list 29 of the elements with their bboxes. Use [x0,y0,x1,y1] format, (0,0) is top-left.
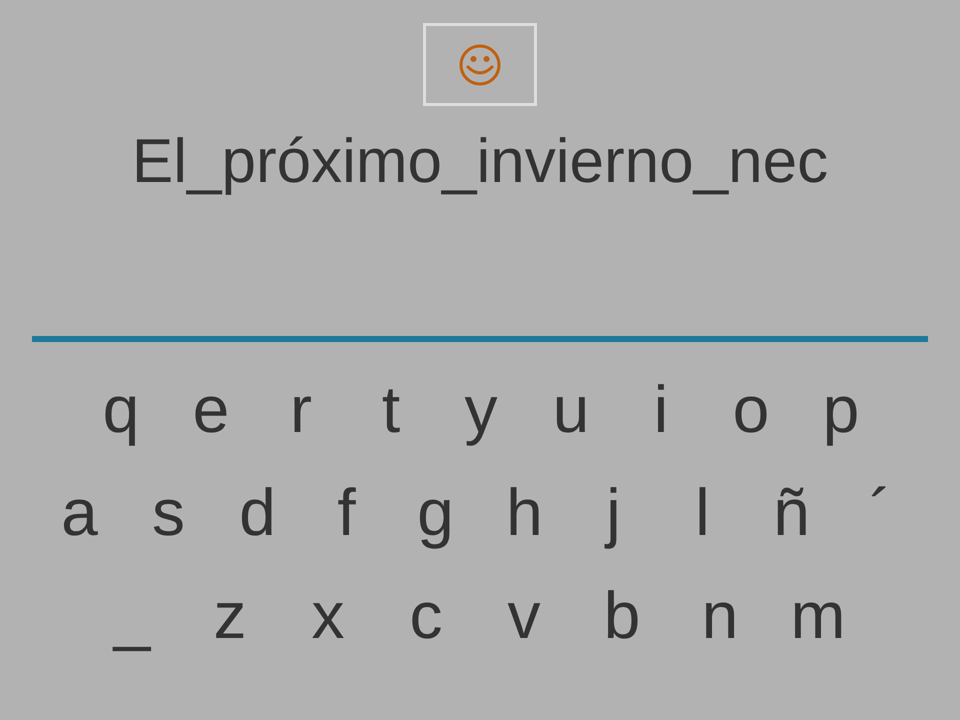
letter-key[interactable]: m [769,570,867,660]
letter-key[interactable]: s [124,466,213,556]
letter-key[interactable]: z [181,570,279,660]
letter-key[interactable]: j [569,466,658,556]
letter-key[interactable]: u [526,364,616,454]
smiley-icon [458,42,502,86]
letter-key[interactable]: b [573,570,671,660]
letter-key[interactable]: i [616,364,706,454]
letter-key[interactable]: h [480,466,569,556]
letter-key[interactable]: l [658,466,747,556]
letter-key[interactable]: t [346,364,436,454]
letter-key[interactable]: v [475,570,573,660]
letter-key[interactable]: f [302,466,391,556]
letter-key[interactable]: g [391,466,480,556]
letter-key[interactable]: c [377,570,475,660]
letter-key[interactable]: r [256,364,346,454]
letter-key[interactable]: o [706,364,796,454]
letter-key[interactable]: a [35,466,124,556]
letter-key[interactable]: n [671,570,769,660]
letter-key[interactable]: q [76,364,166,454]
letter-key[interactable]: y [436,364,526,454]
letter-key[interactable]: ´ [836,466,925,556]
letter-key[interactable]: e [166,364,256,454]
letter-key[interactable]: ñ [747,466,836,556]
phrase-text: El_próximo_invierno_nec [132,126,828,198]
letter-key[interactable]: p [796,364,886,454]
letter-key[interactable]: _ [83,570,181,660]
letter-key[interactable]: x [279,570,377,660]
letter-key[interactable]: d [213,466,302,556]
